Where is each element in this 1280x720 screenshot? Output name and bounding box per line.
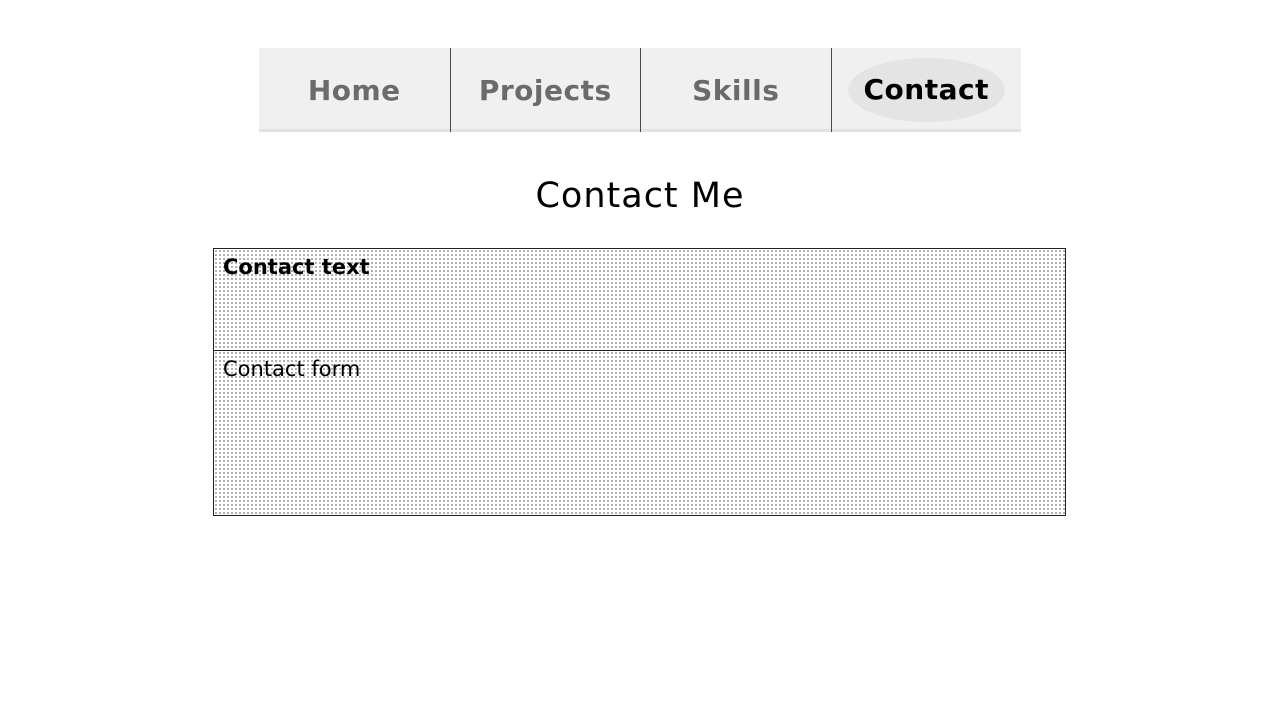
nav-item-skills[interactable]: Skills bbox=[640, 48, 831, 132]
nav-item-skills-label: Skills bbox=[692, 73, 780, 107]
page-title: Contact Me bbox=[535, 176, 745, 216]
contact-form-label: Contact form bbox=[223, 357, 361, 381]
nav-item-projects[interactable]: Projects bbox=[449, 48, 641, 132]
nav-item-contact[interactable]: Contact bbox=[830, 48, 1022, 132]
nav-item-home-label: Home bbox=[307, 73, 401, 107]
contact-text-label: Contact text bbox=[223, 255, 370, 279]
nav-item-projects-label: Projects bbox=[478, 73, 612, 107]
nav-item-contact-label: Contact bbox=[847, 58, 1005, 122]
contact-text-section: Contact text bbox=[214, 249, 1065, 351]
nav-item-home[interactable]: Home bbox=[259, 48, 450, 132]
main-nav: Home Projects Skills Contact bbox=[259, 48, 1021, 132]
contact-content-box: Contact text Contact form bbox=[213, 248, 1066, 516]
contact-form-section[interactable]: Contact form bbox=[214, 351, 1065, 515]
